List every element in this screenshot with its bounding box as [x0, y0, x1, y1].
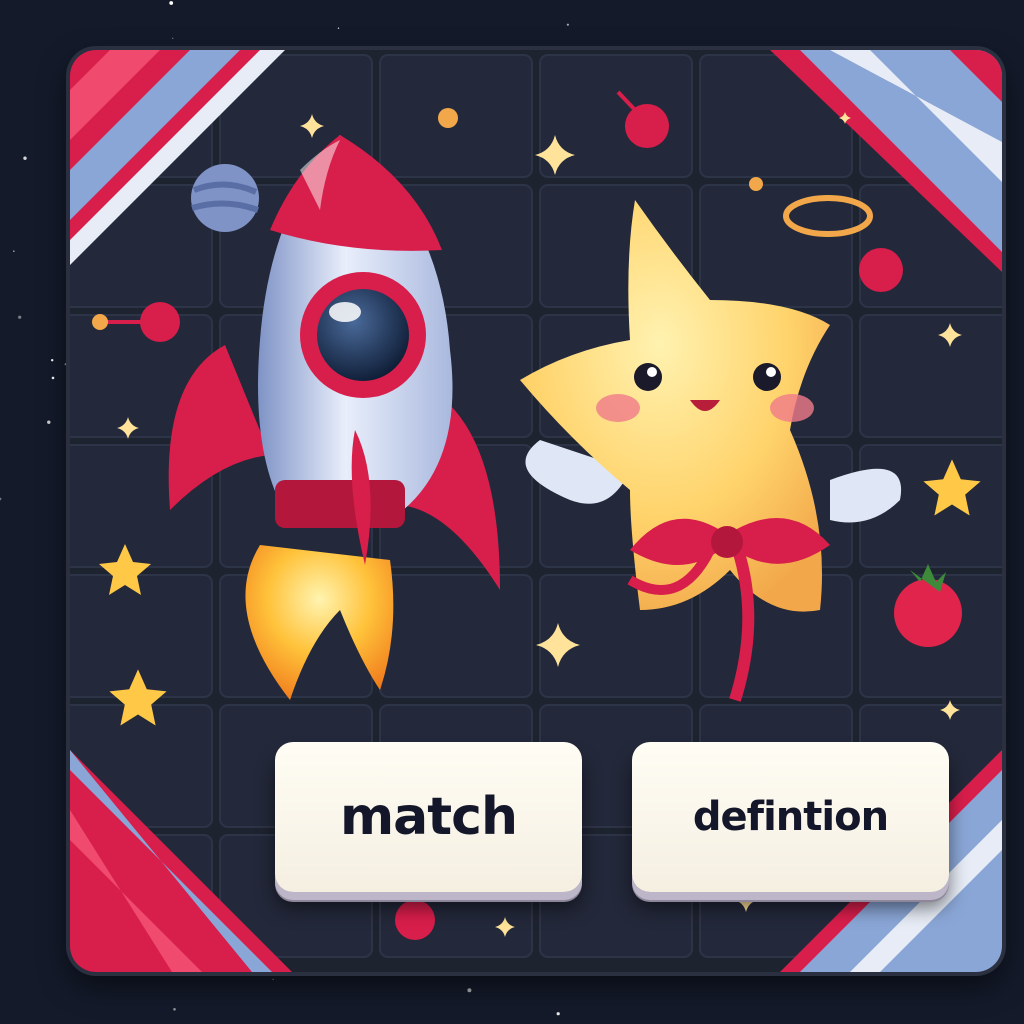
definition-card-label: defintion	[692, 794, 889, 840]
match-card[interactable]: match	[275, 742, 582, 892]
match-card-label: match	[340, 787, 518, 847]
planet-icon	[191, 164, 260, 232]
definition-card[interactable]: defintion	[632, 742, 949, 892]
game-board: match defintion	[70, 50, 1002, 972]
